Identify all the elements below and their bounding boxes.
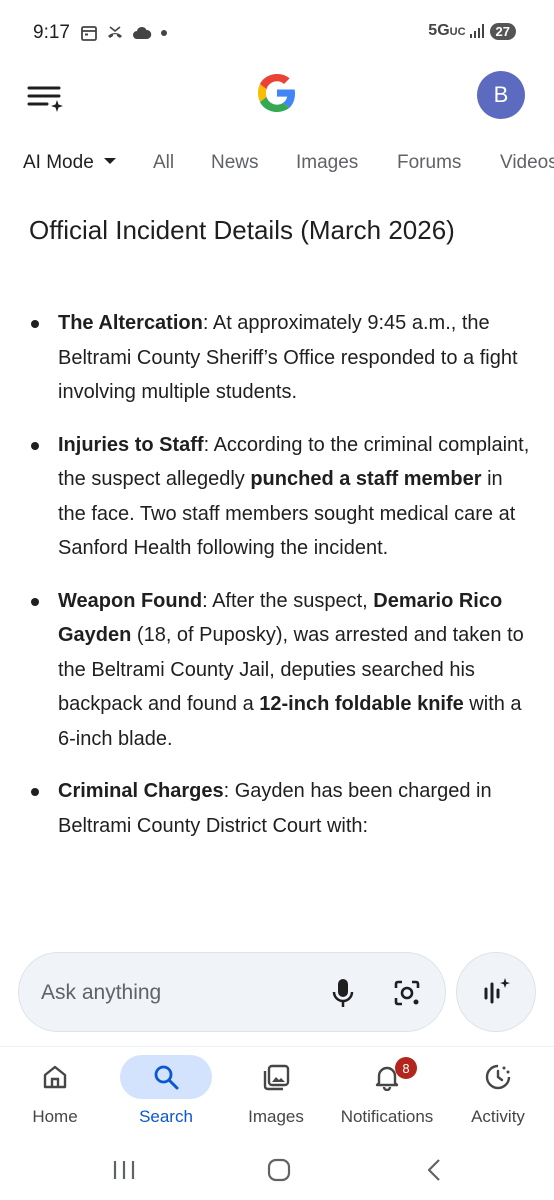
missed-call-icon [108,26,122,38]
nav-label: Images [248,1107,304,1126]
search-mode-tabs: AI Mode All News Images Forums Videos [0,140,554,186]
images-icon [263,1064,290,1091]
search-icon [154,1065,179,1090]
nav-images[interactable]: Images [221,1055,331,1135]
answer-heading: Official Incident Details (March 2026) [29,215,455,245]
dot-icon [161,30,167,36]
tab-images[interactable]: Images [296,152,358,174]
chevron-down-icon [103,157,116,164]
ask-input-placeholder[interactable]: Ask anything [41,981,161,1005]
menu-sparkle-icon[interactable] [27,76,67,116]
back-icon[interactable] [414,1150,454,1190]
tab-all[interactable]: All [153,152,174,174]
status-right: 5GUC 27 [428,22,516,40]
signal-icon [469,24,484,38]
status-notification-icons [80,22,168,44]
cloud-icon [133,26,152,39]
tab-news[interactable]: News [211,152,259,174]
camera-lens-icon[interactable] [387,973,427,1013]
nav-label: Search [139,1107,193,1126]
incident-details-list: The Altercation: At approximately 9:45 a… [0,306,554,861]
activity-icon [485,1064,511,1090]
ai-voice-sparkle-icon[interactable] [456,952,536,1032]
bottom-navigation: Home Search Images 8 Notifications Activ… [0,1046,554,1136]
list-item: Injuries to Staff: According to the crim… [0,428,554,566]
list-item: The Altercation: At approximately 9:45 a… [0,306,554,410]
calendar-icon [81,26,97,41]
nav-label: Notifications [340,1107,434,1126]
nav-label: Activity [471,1107,525,1126]
tab-forums[interactable]: Forums [397,152,461,174]
nav-activity[interactable]: Activity [443,1055,553,1135]
nav-search[interactable]: Search [111,1055,221,1135]
battery-indicator: 27 [489,22,516,40]
list-item: Criminal Charges: Gayden has been charge… [0,774,554,843]
app-bar: B [0,66,554,126]
system-navigation-bar [0,1140,554,1200]
home-button-icon[interactable] [259,1150,299,1190]
tab-videos[interactable]: Videos [500,152,554,174]
avatar[interactable]: B [477,71,525,119]
nav-notifications[interactable]: 8 Notifications [332,1055,442,1135]
ask-input-box[interactable]: Ask anything [18,952,446,1032]
network-label: 5GUC [428,22,466,39]
recent-apps-icon[interactable] [104,1150,144,1190]
nav-home[interactable]: Home [0,1055,110,1135]
notification-badge: 8 [395,1057,417,1079]
list-item: Weapon Found: After the suspect, Demario… [0,584,554,757]
home-icon [43,1065,67,1089]
ai-answer-content: Official Incident Details (March 2026) T… [0,196,554,940]
status-time: 9:17 [33,22,70,43]
google-logo[interactable] [254,70,300,116]
nav-label: Home [32,1107,78,1126]
mic-icon[interactable] [323,973,363,1013]
tab-ai-mode[interactable]: AI Mode [23,152,116,174]
status-bar: 9:17 5GUC 27 [0,0,554,66]
